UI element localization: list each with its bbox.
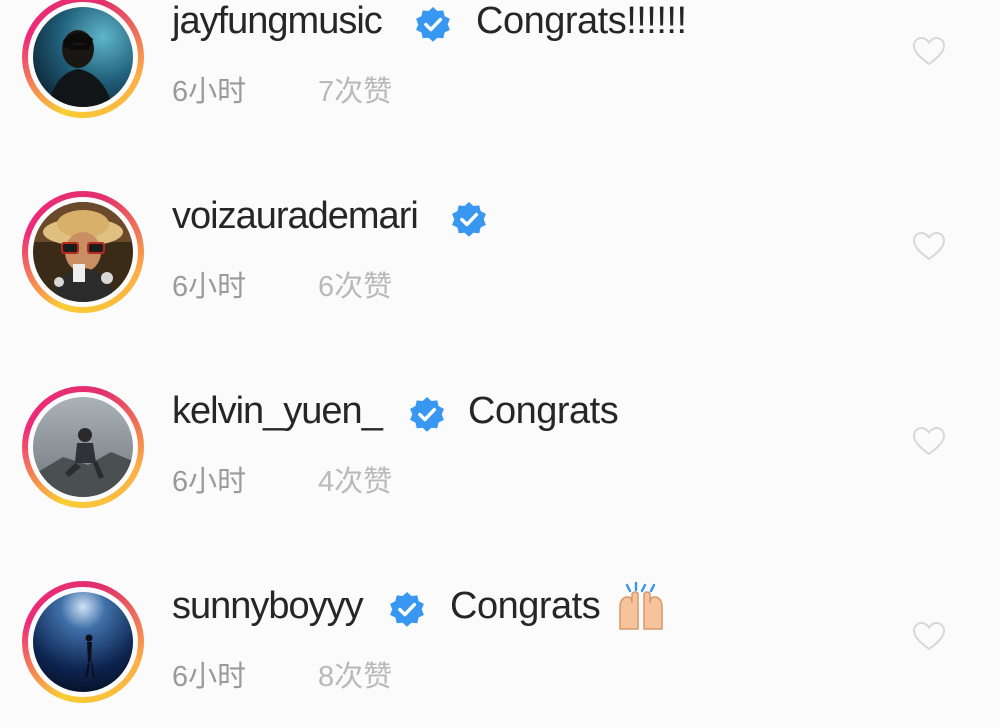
story-ring[interactable] — [22, 581, 144, 703]
comment-likes[interactable]: 6次赞 — [318, 263, 392, 305]
comment-list: jayfungmusic Congrats!!!!!! 6小时 7次赞 voiz… — [0, 0, 1000, 728]
comment-text: Congrats!!!!!! — [476, 0, 687, 42]
comment-item: jayfungmusic Congrats!!!!!! 6小时 7次赞 — [0, 0, 1000, 126]
comment-likes[interactable]: 4次赞 — [318, 458, 392, 500]
comment-time: 6小时 — [172, 271, 247, 303]
verified-badge-icon — [410, 396, 444, 432]
comment-username[interactable]: jayfungmusic — [172, 0, 383, 43]
comment-text: Congrats — [450, 585, 601, 627]
story-ring[interactable] — [22, 191, 144, 313]
raising-hands-icon — [619, 581, 663, 630]
comment-likes[interactable]: 8次赞 — [318, 653, 392, 695]
avatar[interactable] — [33, 397, 133, 497]
avatar[interactable] — [33, 592, 133, 692]
verified-badge-icon — [416, 6, 450, 42]
comment-time: 6小时 — [172, 466, 247, 498]
comment-username[interactable]: kelvin_yuen_ — [172, 390, 383, 433]
avatar[interactable] — [33, 202, 133, 302]
like-heart-icon[interactable] — [912, 621, 946, 651]
story-ring[interactable] — [22, 386, 144, 508]
comment-text: Congrats — [468, 390, 619, 432]
comment-item: kelvin_yuen_ Congrats 6小时 4次赞 — [0, 386, 1000, 516]
like-heart-icon[interactable] — [912, 36, 946, 66]
comment-time: 6小时 — [172, 76, 247, 108]
like-heart-icon[interactable] — [912, 426, 946, 456]
story-ring[interactable] — [22, 0, 144, 118]
comment-likes[interactable]: 7次赞 — [318, 68, 392, 110]
comment-item: voizaurademari 6小时 6次赞 — [0, 191, 1000, 321]
verified-badge-icon — [452, 201, 486, 237]
comment-username[interactable]: sunnyboyyy — [172, 585, 364, 628]
comment-time: 6小时 — [172, 661, 247, 693]
comment-username[interactable]: voizaurademari — [172, 195, 419, 238]
verified-badge-icon — [390, 591, 424, 627]
avatar[interactable] — [33, 7, 133, 107]
comment-item: sunnyboyyy Congrats 6小时 8次赞 — [0, 581, 1000, 711]
like-heart-icon[interactable] — [912, 231, 946, 261]
